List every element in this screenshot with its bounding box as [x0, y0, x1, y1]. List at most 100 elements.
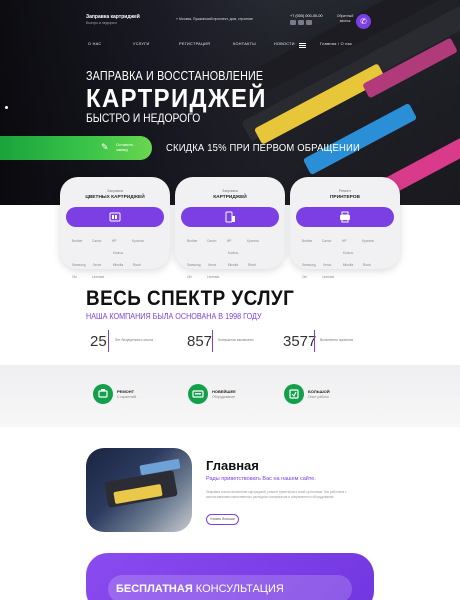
services-subtitle: НАША КОМПАНИЯ БЫЛА ОСНОВАНА В 1998 ГОДУ: [86, 312, 262, 321]
card-title: ПРИНТЕРОВ: [329, 195, 361, 200]
card-caption: Заправка: [222, 189, 238, 193]
card-icon-pill[interactable]: [66, 207, 164, 227]
about-text: Заправка и восстановление картриджей, ре…: [206, 490, 347, 499]
hero-line-3: БЫСТРО И НЕДОРОГО: [86, 111, 201, 125]
card-caption: Ремонт: [338, 189, 352, 193]
request-button-label: Оставить заявку: [116, 142, 134, 152]
brand: Kyocera: [247, 239, 259, 243]
brand: Ricoh: [132, 263, 142, 267]
nav-item-news[interactable]: НОВОСТИ: [274, 42, 295, 46]
card-icon-pill[interactable]: [296, 207, 394, 227]
nav-item-about[interactable]: О НАС: [88, 42, 101, 46]
nav-item-contacts[interactable]: КОНТАКТЫ: [233, 42, 256, 46]
brand: Lexmark: [92, 275, 105, 279]
about-photo: [86, 448, 192, 532]
stat-number: 857: [187, 333, 213, 350]
card-icon-pill[interactable]: [181, 207, 279, 227]
brand: Xerox: [207, 263, 217, 267]
card-caption: Заправка: [107, 189, 123, 193]
address-text: Москва, Пушкинский проспект, дом, строен…: [178, 17, 253, 21]
telegram-icon[interactable]: [298, 20, 304, 25]
brand: Konica-Minolta: [112, 251, 124, 267]
consultation-rest: КОНСУЛЬТАЦИЯ: [192, 583, 284, 595]
brand: HP: [342, 239, 347, 243]
logo-title: Заправка картриджей: [86, 14, 140, 20]
stat-divider: [314, 330, 315, 352]
brand: Oki: [302, 275, 307, 279]
brand: Ricoh: [362, 263, 372, 267]
about-subtitle: Рады приветствовать Вас на нашем сайте.: [206, 476, 316, 482]
brand-list: Brother Canon HP Kyocera Samsung Xerox Konica…: [187, 235, 275, 283]
brand: Canon: [207, 239, 217, 243]
pencil-icon: ✎: [101, 142, 109, 152]
brand: HP: [227, 239, 232, 243]
top-bar: Заправка картриджей Быстро и недорого ⌖ …: [0, 14, 460, 30]
brand: Konica-Minolta: [342, 251, 354, 267]
service-card-printer[interactable]: Ремонт ПРИНТЕРОВ Brother Canon HP Kyocera Sa…: [290, 177, 400, 279]
printer-icon: [340, 211, 350, 223]
feature-subtitle: Опыт работы: [308, 395, 329, 399]
brand: Oki: [187, 275, 192, 279]
callback-link[interactable]: Обратный звонок: [336, 14, 354, 24]
brand: Samsung: [72, 263, 86, 267]
brand: HP: [112, 239, 117, 243]
phone-call-button[interactable]: ✆: [356, 14, 371, 29]
slider-dot[interactable]: [5, 106, 8, 109]
card-title: КАРТРИДЖЕЙ: [213, 195, 247, 200]
logo[interactable]: Заправка картриджей Быстро и недорого: [86, 14, 140, 25]
brand-list: Brother Canon HP Kyocera Samsung Xerox Konica…: [302, 235, 390, 283]
feature-subtitle: С гарантией: [117, 395, 137, 399]
learn-more-button[interactable]: Узнать больше: [206, 514, 239, 525]
stat-number: 3577: [283, 333, 317, 350]
menu-icon[interactable]: [299, 43, 306, 48]
service-card-cartridge[interactable]: Заправка КАРТРИДЖЕЙ Brother Canon HP Kyocer…: [175, 177, 285, 279]
stat-divider: [212, 330, 213, 352]
brand: Samsung: [187, 263, 201, 267]
stat-description: Выполнено проектов: [320, 338, 353, 342]
brand: Brother: [187, 239, 198, 243]
equipment-icon: [188, 384, 208, 404]
page: Заправка картриджей Быстро и недорого ⌖ …: [0, 0, 460, 600]
hero-line-1: ЗАПРАВКА И ВОССТАНОВЛЕНИЕ: [86, 69, 264, 83]
address: ⌖ Москва, Пушкинский проспект, дом, стро…: [176, 17, 253, 21]
brand: Xerox: [322, 263, 332, 267]
experience-icon: [284, 384, 304, 404]
feature-title: НОВЕЙШЕЕ: [212, 389, 236, 394]
brand: Lexmark: [322, 275, 335, 279]
phone-number[interactable]: +7 (000) 000-00-00: [290, 14, 323, 18]
promo-text: СКИДКА 15% ПРИ ПЕРВОМ ОБРАЩЕНИИ: [166, 142, 360, 154]
color-cartridge-icon: [109, 212, 121, 222]
stat-divider: [108, 330, 109, 352]
viber-icon[interactable]: [306, 20, 312, 25]
request-button[interactable]: ✎ Оставить заявку: [0, 136, 152, 160]
brand: Canon: [92, 239, 102, 243]
stat-description: Лет безупречного опыта: [115, 338, 153, 342]
brand: Samsung: [302, 263, 316, 267]
brand-list: Brother Canon HP Kyocera Samsung Xerox Konica…: [72, 235, 160, 283]
breadcrumb[interactable]: Главная / О нас: [320, 42, 352, 46]
stat-number: 25: [90, 333, 107, 350]
brand: Xerox: [92, 263, 102, 267]
brand: Oki: [72, 275, 77, 279]
nav-item-registration[interactable]: РЕГИСТРАЦИЯ: [179, 42, 210, 46]
nav-item-services[interactable]: УСЛУГИ: [133, 42, 150, 46]
brand: Brother: [302, 239, 313, 243]
brand: Brother: [72, 239, 83, 243]
card-title: ЦВЕТНЫХ КАРТРИДЖЕЙ: [85, 195, 145, 200]
hero-banner: Заправка картриджей Быстро и недорого ⌖ …: [0, 0, 460, 205]
brand: Kyocera: [132, 239, 144, 243]
feature-title: БОЛЬШОЙ: [308, 389, 330, 394]
whatsapp-icon[interactable]: [290, 20, 296, 25]
brand: Lexmark: [207, 275, 220, 279]
service-card-color[interactable]: Заправка ЦВЕТНЫХ КАРТРИДЖЕЙ Brother Canon…: [60, 177, 170, 279]
brand: Kyocera: [362, 239, 374, 243]
repair-icon: [93, 384, 113, 404]
logo-subtitle: Быстро и недорого: [86, 21, 117, 25]
feature-subtitle: Оборудование: [212, 395, 236, 399]
stat-description: Контрактов заключено: [218, 338, 254, 342]
consultation-title: БЕСПЛАТНАЯ КОНСУЛЬТАЦИЯ: [116, 583, 284, 595]
services-title: ВЕСЬ СПЕКТР УСЛУГ: [86, 287, 295, 310]
brand: Canon: [322, 239, 332, 243]
about-title: Главная: [206, 458, 259, 473]
brand: Konica-Minolta: [227, 251, 239, 267]
